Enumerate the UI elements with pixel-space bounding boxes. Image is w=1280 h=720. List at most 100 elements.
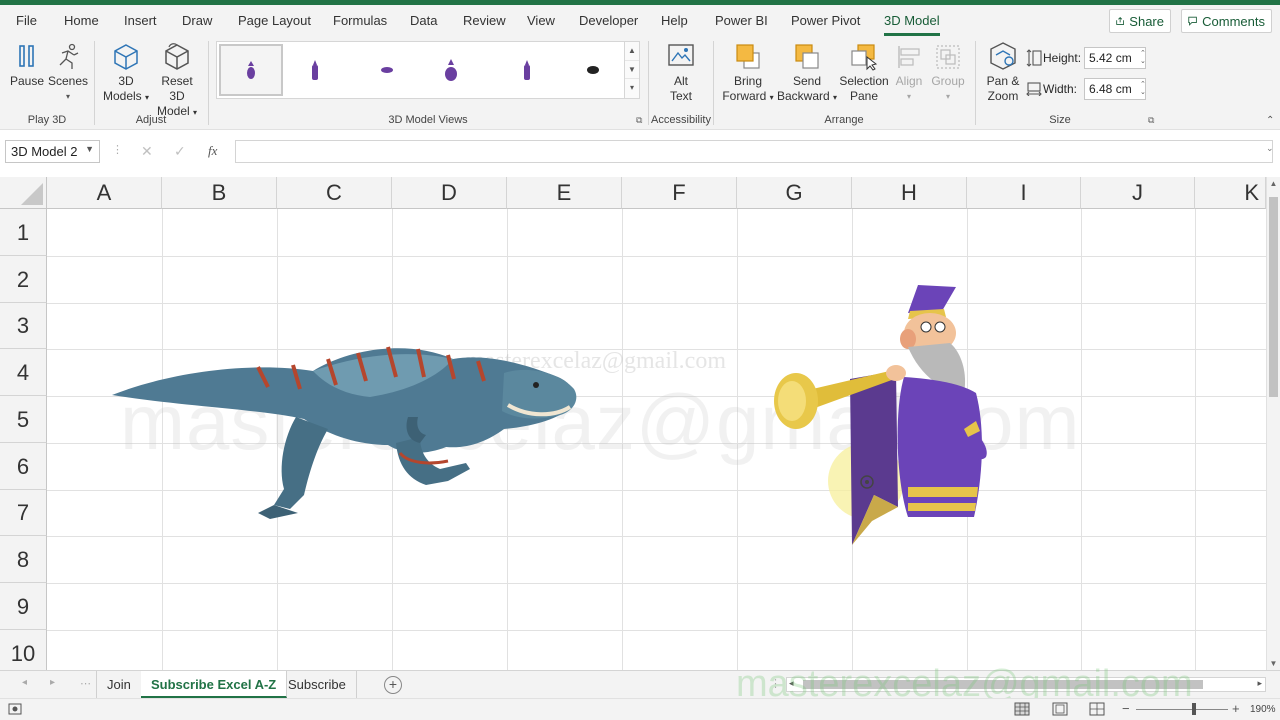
alt-text-button[interactable]: Alt Text	[660, 43, 702, 104]
column-header-c[interactable]: C	[277, 177, 392, 209]
pause-button[interactable]: Pause	[8, 43, 46, 89]
tab-split-handle-icon[interactable]: ⋮	[770, 677, 781, 690]
view-thumbnail-2[interactable]	[283, 44, 347, 96]
dialog-launcher-icon[interactable]: ⧉	[636, 115, 642, 126]
share-button[interactable]: Share	[1109, 9, 1171, 33]
tab-power-pivot[interactable]: Power Pivot	[791, 13, 860, 28]
tab-insert[interactable]: Insert	[124, 13, 157, 28]
page-break-view-icon[interactable]	[1089, 702, 1105, 716]
row-header-10[interactable]: 10	[0, 630, 47, 670]
cancel-icon[interactable]: ✕	[141, 143, 153, 160]
tab-formulas[interactable]: Formulas	[333, 13, 387, 28]
row-header-8[interactable]: 8	[0, 536, 47, 583]
vertical-scrollbar[interactable]: ▲ ▼	[1266, 177, 1280, 670]
tab-view[interactable]: View	[527, 13, 555, 28]
row-header-1[interactable]: 1	[0, 209, 47, 256]
align-button[interactable]: Align ▾	[892, 43, 926, 104]
chevron-up-icon[interactable]: ▲	[625, 42, 639, 61]
normal-view-icon[interactable]	[1014, 702, 1030, 716]
tab-file[interactable]: File	[16, 13, 37, 28]
tab-help[interactable]: Help	[661, 13, 688, 28]
tab-3d-model[interactable]: 3D Model	[884, 13, 940, 36]
scroll-sheets-left-icon[interactable]: ◂	[22, 677, 27, 688]
scenes-button[interactable]: Scenes ▾	[48, 43, 88, 104]
insert-function-button[interactable]: fx	[208, 143, 217, 159]
expand-formula-icon[interactable]: ⌄	[1266, 143, 1274, 154]
column-header-a[interactable]: A	[47, 177, 162, 209]
column-header-h[interactable]: H	[852, 177, 967, 209]
row-header-3[interactable]: 3	[0, 303, 47, 349]
tab-home[interactable]: Home	[64, 13, 99, 28]
3d-models-button[interactable]: 3D Models ▾	[100, 43, 152, 105]
zoom-out-button[interactable]: −	[1122, 701, 1130, 716]
row-header-2[interactable]: 2	[0, 256, 47, 303]
column-header-f[interactable]: F	[622, 177, 737, 209]
column-header-j[interactable]: J	[1081, 177, 1195, 209]
tab-data[interactable]: Data	[410, 13, 437, 28]
height-spinner[interactable]: ⌃ ⌄	[1140, 50, 1146, 66]
name-box[interactable]: 3D Model 2 ▼	[5, 140, 100, 163]
vertical-scroll-thumb[interactable]	[1269, 197, 1278, 397]
row-header-9[interactable]: 9	[0, 583, 47, 630]
collapse-ribbon-icon[interactable]: ⌃	[1266, 115, 1274, 126]
scroll-up-icon[interactable]: ▲	[1267, 179, 1280, 188]
zoom-in-button[interactable]: +	[1232, 701, 1240, 716]
column-header-g[interactable]: G	[737, 177, 852, 209]
view-thumbnail-5[interactable]	[495, 44, 559, 96]
view-thumbnail-6[interactable]	[561, 44, 625, 96]
sheet-tab-join[interactable]: Join	[96, 671, 142, 698]
bring-forward-button[interactable]: Bring Forward ▾	[720, 43, 776, 105]
row-header-7[interactable]: 7	[0, 490, 47, 536]
column-header-i[interactable]: I	[967, 177, 1081, 209]
3d-model-wizard[interactable]	[768, 281, 994, 545]
horizontal-scrollbar[interactable]: ◂ ▸	[786, 677, 1266, 692]
scroll-left-icon[interactable]: ◂	[789, 678, 794, 689]
view-thumbnail-1[interactable]	[219, 44, 283, 96]
selection-pane-button[interactable]: Selection Pane	[838, 43, 890, 104]
scroll-down-icon[interactable]: ▼	[1267, 659, 1280, 668]
gallery-more-icon[interactable]: ▾	[625, 79, 639, 98]
select-all-corner[interactable]	[0, 177, 47, 209]
comments-button[interactable]: Comments	[1181, 9, 1272, 33]
add-sheet-button[interactable]: +	[384, 676, 402, 694]
3d-model-t-rex[interactable]	[108, 337, 580, 527]
tab-review[interactable]: Review	[463, 13, 506, 28]
send-backward-button[interactable]: Send Backward ▾	[776, 43, 838, 105]
pan-zoom-button[interactable]: Pan & Zoom	[982, 41, 1024, 104]
scroll-right-icon[interactable]: ▸	[1257, 678, 1262, 689]
sheet-tab-subscribe-excel-a-z[interactable]: Subscribe Excel A-Z	[141, 671, 288, 698]
formula-input[interactable]	[235, 140, 1273, 163]
sheet-tab-subscribe[interactable]: Subscribe	[278, 671, 357, 698]
tab-developer[interactable]: Developer	[579, 13, 638, 28]
macro-record-icon[interactable]	[8, 703, 22, 715]
column-header-b[interactable]: B	[162, 177, 277, 209]
row-header-5[interactable]: 5	[0, 396, 47, 443]
column-header-k[interactable]: K	[1195, 177, 1266, 209]
row-header-6[interactable]: 6	[0, 443, 47, 490]
horizontal-scroll-thumb[interactable]	[803, 680, 1203, 689]
zoom-slider[interactable]	[1136, 709, 1228, 710]
width-input[interactable]: 6.48 cm	[1084, 78, 1146, 100]
scroll-sheets-right-icon[interactable]: ▸	[50, 677, 55, 688]
more-sheets-icon[interactable]: ⋯	[80, 677, 91, 690]
tab-draw[interactable]: Draw	[182, 13, 212, 28]
column-header-e[interactable]: E	[507, 177, 622, 209]
chevron-down-icon[interactable]: ▼	[85, 144, 94, 154]
tab-power-bi[interactable]: Power BI	[715, 13, 768, 28]
view-thumbnail-4[interactable]	[419, 44, 483, 96]
view-thumbnail-3[interactable]	[355, 44, 419, 96]
column-header-d[interactable]: D	[392, 177, 507, 209]
group-button[interactable]: Group ▾	[930, 43, 966, 104]
dialog-launcher-icon[interactable]: ⧉	[1148, 115, 1154, 126]
tab-page-layout[interactable]: Page Layout	[238, 13, 311, 28]
gallery-scroll[interactable]: ▲ ▼ ▾	[624, 42, 639, 98]
reset-3d-model-button[interactable]: Reset 3D Model ▾	[152, 43, 202, 120]
zoom-level[interactable]: 190%	[1250, 704, 1276, 715]
width-spinner[interactable]: ⌃ ⌄	[1140, 81, 1146, 97]
chevron-down-icon[interactable]: ▼	[625, 61, 639, 80]
enter-icon[interactable]: ✓	[174, 143, 186, 160]
zoom-slider-thumb[interactable]	[1192, 703, 1196, 715]
worksheet-grid[interactable]: A B C D E F G H I J K 1 2 3 4 5 6 7 8 9 …	[0, 177, 1280, 670]
height-input[interactable]: 5.42 cm	[1084, 47, 1146, 69]
page-layout-view-icon[interactable]	[1052, 702, 1068, 716]
